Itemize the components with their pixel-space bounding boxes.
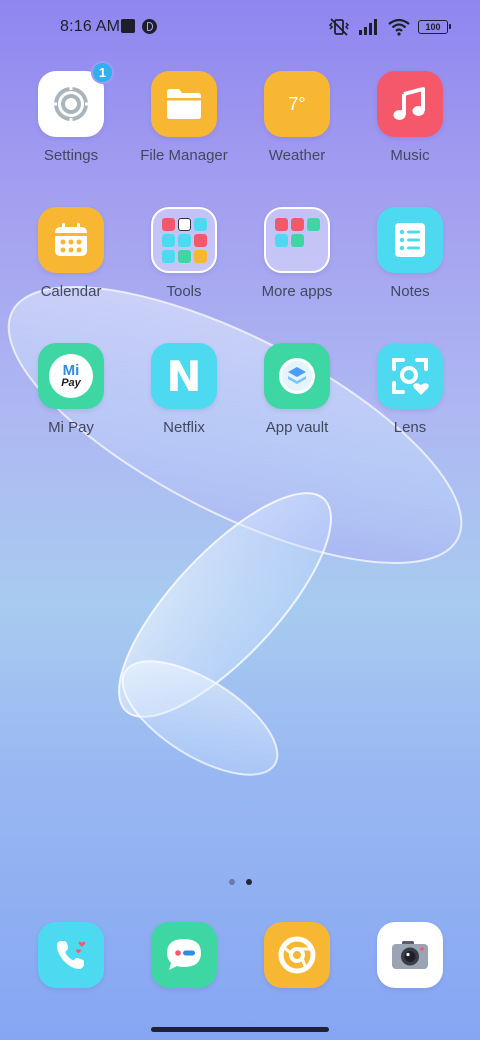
- app-label: File Manager: [140, 147, 228, 164]
- status-time: 8:16 AM: [60, 18, 121, 35]
- folder-tools-icon: [151, 207, 217, 273]
- page-dot-1[interactable]: [228, 879, 235, 885]
- app-notes[interactable]: Notes: [354, 207, 466, 323]
- mini-clock-icon: [193, 217, 207, 231]
- app-netflix[interactable]: N Netflix: [128, 343, 240, 459]
- mini-empty-slot: [291, 250, 304, 263]
- mini-feedback-icon: [177, 249, 191, 263]
- battery-level: 100: [425, 21, 441, 32]
- app-label: Lens: [393, 419, 427, 436]
- app-label: Tools: [166, 283, 202, 300]
- mi-pay-logo-bottom: Pay: [61, 377, 81, 389]
- wifi-icon: [388, 18, 410, 36]
- app-music[interactable]: Music: [354, 71, 466, 187]
- mini-compass-icon: [177, 233, 191, 247]
- folder-tools[interactable]: Tools: [128, 207, 240, 323]
- mini-scanner-icon: [161, 249, 175, 263]
- settings-gear-icon: 1: [38, 61, 114, 137]
- dock-phone[interactable]: [15, 922, 127, 992]
- page-indicator[interactable]: [0, 879, 480, 885]
- app-calendar[interactable]: Calendar: [15, 207, 127, 323]
- calendar-icon: [38, 207, 104, 273]
- mini-empty-slot: [275, 250, 288, 263]
- notification-app-icon: [142, 19, 157, 34]
- app-label: Calendar: [40, 283, 102, 300]
- dock-browser[interactable]: [241, 922, 353, 992]
- app-lens[interactable]: Lens: [354, 343, 466, 459]
- folder-more-apps-icon: [264, 207, 330, 273]
- mini-download-icon: [193, 249, 207, 263]
- notification-badge: 1: [91, 61, 114, 84]
- camera-icon: [377, 922, 443, 988]
- app-weather[interactable]: 7° Weather: [241, 71, 353, 187]
- mini-recorder-icon: [161, 217, 175, 231]
- weather-temperature: 7°: [288, 93, 306, 114]
- mini-linkedin-icon: [274, 233, 288, 247]
- mini-app-icon: [290, 233, 304, 247]
- mi-pay-icon: Mi Pay: [38, 343, 104, 409]
- status-bar: 8:16 AM 100: [0, 0, 480, 56]
- mini-gallery-icon: [161, 233, 175, 247]
- app-label: Mi Pay: [48, 419, 94, 436]
- app-vault-icon: [264, 343, 330, 409]
- app-label: Settings: [43, 147, 99, 164]
- dock-messages[interactable]: [128, 922, 240, 992]
- mi-pay-logo-top: Mi: [62, 362, 80, 379]
- page-dot-2-active[interactable]: [245, 879, 252, 885]
- app-app-vault[interactable]: App vault: [241, 343, 353, 459]
- dock-camera[interactable]: [354, 922, 466, 992]
- app-settings[interactable]: 1 Settings: [15, 61, 127, 187]
- mini-app-icon: [306, 217, 320, 231]
- browser-icon: [264, 922, 330, 988]
- mini-screen-recorder-icon: [193, 233, 207, 247]
- app-label: Music: [390, 147, 430, 164]
- music-note-icon: [377, 71, 443, 137]
- mini-empty-slot: [307, 250, 320, 263]
- notification-square-icon: [121, 19, 135, 33]
- mini-qr-icon: [177, 217, 191, 231]
- signal-icon: [359, 19, 377, 35]
- netflix-n-icon: N: [151, 343, 217, 409]
- folder-more-apps[interactable]: More apps: [241, 207, 353, 323]
- home-gesture-bar[interactable]: [151, 1027, 329, 1032]
- phone-icon: [38, 922, 104, 988]
- weather-icon: 7°: [264, 71, 330, 137]
- app-label: More apps: [261, 283, 333, 300]
- mini-empty-slot: [307, 234, 320, 247]
- vibrate-off-icon: [328, 18, 350, 36]
- app-label: Netflix: [163, 419, 205, 436]
- app-label: Weather: [268, 147, 326, 164]
- mini-facebook-icon: [290, 217, 304, 231]
- lens-scan-icon: [377, 343, 443, 409]
- battery-icon: 100: [418, 20, 451, 34]
- netflix-logo-letter: N: [166, 351, 202, 401]
- mini-app-icon: [274, 217, 288, 231]
- message-bubble-icon: [151, 922, 217, 988]
- folder-icon: [151, 71, 217, 137]
- notes-list-icon: [377, 207, 443, 273]
- app-label: Notes: [390, 283, 430, 300]
- app-label: App vault: [265, 419, 329, 436]
- app-mi-pay[interactable]: Mi Pay Mi Pay: [15, 343, 127, 459]
- app-file-manager[interactable]: File Manager: [128, 71, 240, 187]
